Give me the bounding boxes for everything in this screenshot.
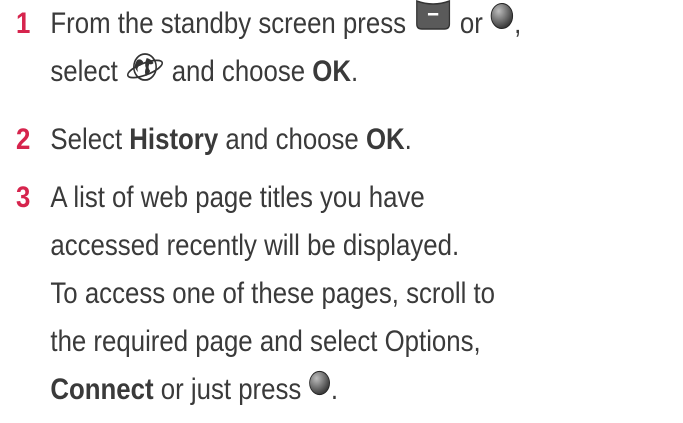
- step-3-line-2: accessed recently will be displayed.: [50, 229, 460, 262]
- step-3-line-4: the required page and select Options,: [50, 325, 481, 358]
- step-text: or: [459, 7, 483, 40]
- step-1-line-1: 1 From the standby screen press or ,: [16, 0, 521, 48]
- step-1-line-2: select and choose OK.: [16, 48, 521, 96]
- step-text: or just press: [160, 373, 302, 406]
- ok-label: OK: [365, 123, 405, 156]
- step-number: 3: [16, 181, 31, 214]
- ok-label: OK: [312, 55, 352, 88]
- step-text: Select: [50, 123, 123, 156]
- step-text: .: [351, 55, 359, 88]
- step-text: and choose: [225, 123, 359, 156]
- step-text: select: [50, 55, 118, 88]
- step-number: 1: [16, 7, 31, 40]
- step-text: .: [330, 373, 339, 406]
- step-text: From the standby screen press: [50, 7, 407, 40]
- step-2: 2 Select History and choose OK.: [16, 116, 412, 164]
- history-label: History: [129, 123, 219, 156]
- step-1: 1 From the standby screen press or , sele…: [16, 0, 521, 96]
- ok-key-icon: [490, 3, 514, 30]
- connect-label: Connect: [50, 373, 154, 406]
- left-soft-key-icon: [415, 0, 450, 30]
- step-3-line-5: Connect or just press .: [16, 366, 495, 414]
- step-3: 3 A list of web page titles you have acce…: [16, 174, 495, 414]
- step-text: and choose: [171, 55, 306, 88]
- globe-browser-icon: [126, 53, 163, 81]
- ok-key-icon: [309, 371, 331, 396]
- step-text: A list of web page titles you have: [50, 181, 425, 214]
- step-text: ,: [514, 7, 522, 40]
- step-2-line-1: 2 Select History and choose OK.: [16, 116, 412, 164]
- step-3-line-1: 3 A list of web page titles you have: [16, 174, 495, 222]
- step-text: .: [404, 123, 412, 156]
- step-number: 2: [16, 123, 31, 156]
- step-3-line-3: To access one of these pages, scroll to: [50, 277, 495, 310]
